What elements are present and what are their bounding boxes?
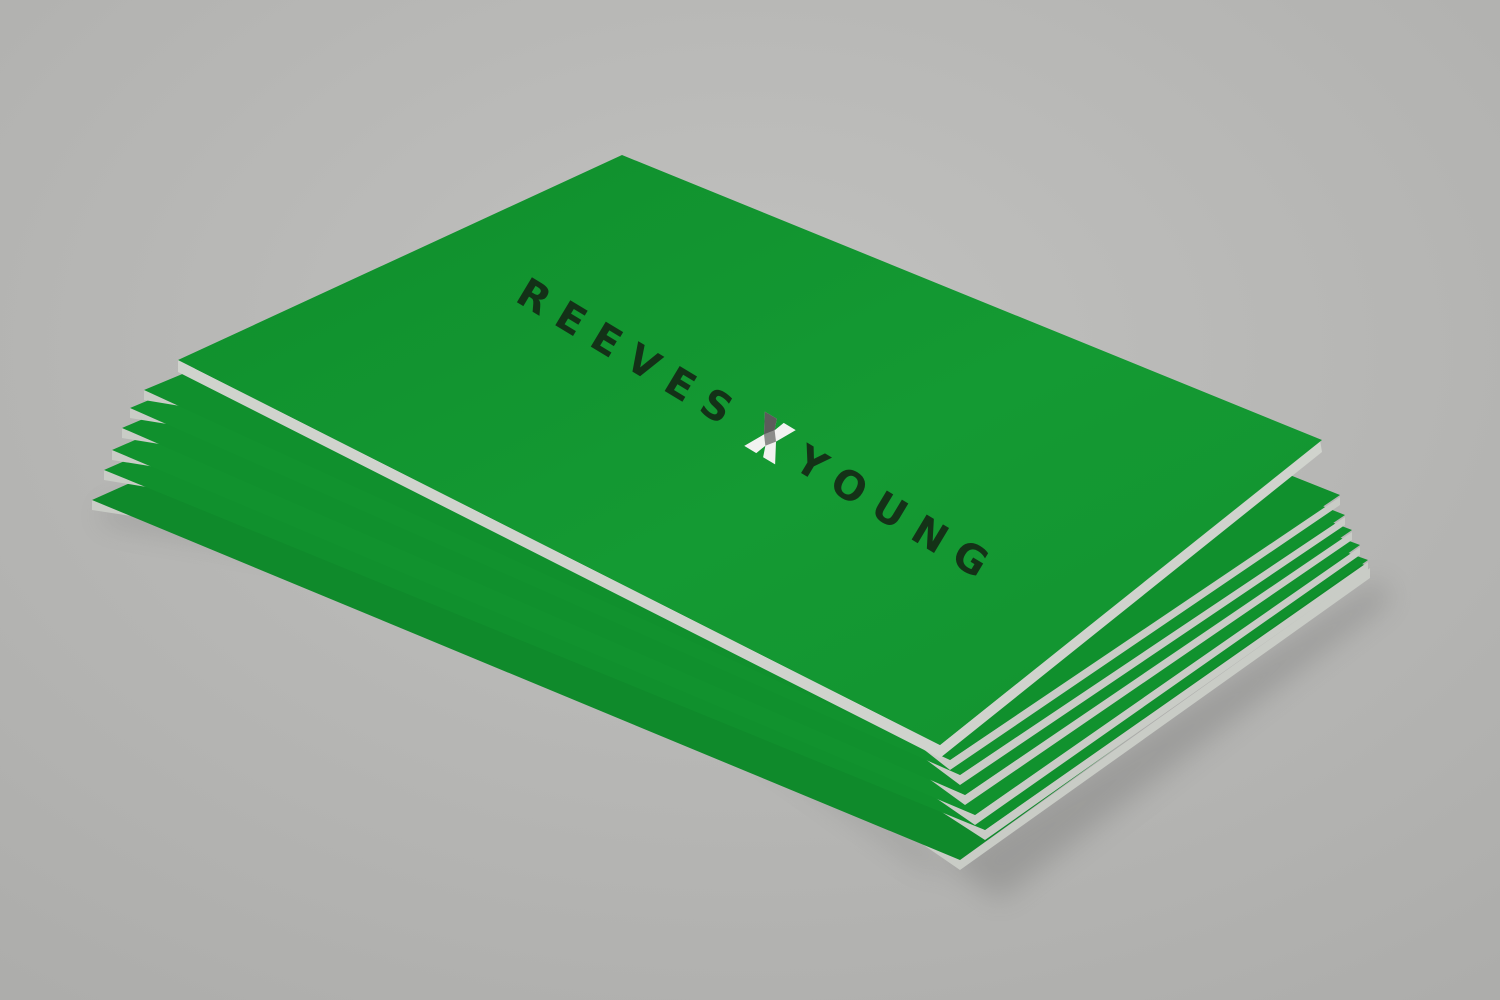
photo-scene: REEVES YOUNG [0, 0, 1500, 1000]
